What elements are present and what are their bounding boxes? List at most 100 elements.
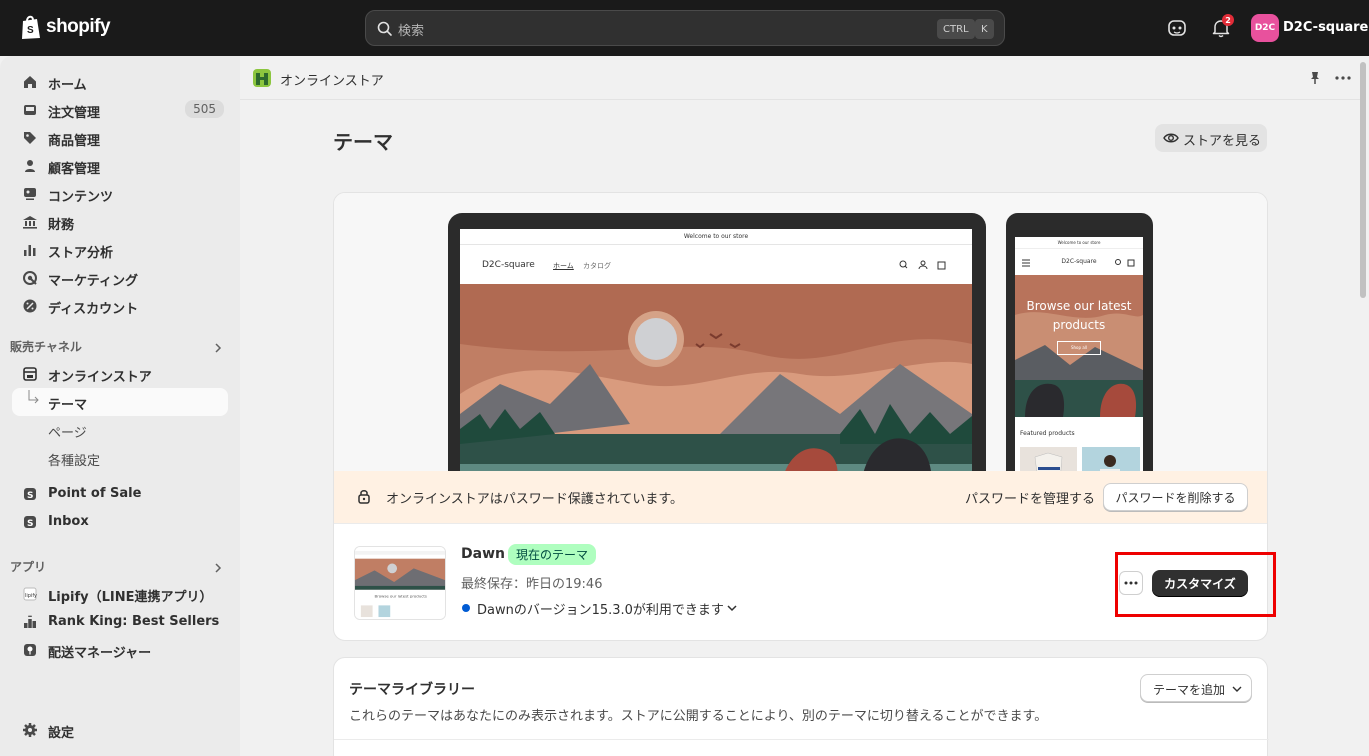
tablet-announcement-bar: Welcome to our store: [460, 229, 972, 245]
breadcrumb-label[interactable]: オンラインストア: [280, 70, 384, 89]
bank-icon: [23, 216, 37, 229]
sidebar-item-analytics[interactable]: ストア分析: [12, 236, 228, 264]
sidebar-item-app-lipify[interactable]: lipify Lipify（LINE連携アプリ）: [12, 580, 228, 608]
chevron-right-icon[interactable]: [212, 562, 224, 574]
svg-text:lipify: lipify: [25, 593, 37, 599]
sidebar-item-discounts[interactable]: ディスカウント: [12, 292, 228, 320]
store-icon: [23, 367, 37, 381]
theme-thumbnail[interactable]: Browse our latest products: [354, 546, 446, 620]
online-store-app-icon: [253, 69, 271, 87]
more-horizontal-icon[interactable]: [1334, 70, 1352, 86]
theme-preview[interactable]: Welcome to our store D2C-square ホーム カタログ: [334, 193, 1267, 471]
sidebar-item-label: 注文管理: [48, 106, 101, 121]
shopify-logo[interactable]: S shopify: [20, 14, 111, 40]
apps-heading: アプリ: [10, 560, 47, 574]
chevron-right-icon[interactable]: [212, 342, 224, 354]
sidebar-item-label: オンラインストア: [48, 370, 152, 385]
sidebar: ホーム 注文管理 505 商品管理 顧客管理 コンテンツ 財務 ストア分析 マー…: [0, 56, 240, 756]
theme-library-card: テーマライブラリー これらのテーマはあなたにのみ表示されます。ストアに公開するこ…: [333, 657, 1269, 756]
sidebar-item-themes[interactable]: テーマ: [12, 388, 228, 416]
shortcut-ctrl-key: CTRL: [937, 19, 975, 39]
sidebar-item-customers[interactable]: 顧客管理: [12, 152, 228, 180]
home-icon: [24, 76, 36, 88]
pin-icon[interactable]: [1307, 70, 1323, 86]
sidebar-item-label: マーケティング: [48, 274, 138, 289]
highlight-box: [1115, 552, 1276, 617]
view-store-button[interactable]: ストアを見る: [1155, 124, 1267, 152]
chevron-down-icon[interactable]: [726, 602, 738, 614]
gear-icon: [23, 723, 37, 737]
sidebar-item-app-rank-king[interactable]: Rank King: Best Sellers: [12, 608, 228, 636]
sidebar-item-settings[interactable]: 設定: [12, 716, 228, 744]
search-icon: [377, 21, 392, 36]
theme-library-description: これらのテーマはあなたにのみ表示されます。ストアに公開することにより、別のテーマ…: [349, 709, 1048, 724]
tablet-header-icons: [899, 260, 946, 270]
theme-name: Dawn: [461, 546, 505, 562]
tablet-brand: D2C-square: [482, 260, 535, 270]
version-update-notice[interactable]: Dawnのバージョン15.3.0が利用できます: [477, 599, 724, 618]
discount-icon: [23, 299, 37, 313]
sidebar-item-home[interactable]: ホーム: [12, 68, 228, 96]
assistant-icon[interactable]: [1166, 17, 1188, 39]
sidebar-item-content[interactable]: コンテンツ: [12, 180, 228, 208]
tablet-screen: Welcome to our store D2C-square ホーム カタログ: [460, 229, 972, 471]
tablet-nav-catalog: カタログ: [583, 262, 611, 270]
sidebar-item-app-shipping[interactable]: 配送マネージャー: [12, 636, 228, 664]
rank-king-app-icon: [24, 615, 36, 628]
svg-text:S: S: [27, 25, 34, 36]
add-theme-button[interactable]: テーマを追加: [1140, 674, 1252, 702]
search-bar[interactable]: 検索 CTRL K: [365, 10, 1005, 46]
sidebar-item-products[interactable]: 商品管理: [12, 124, 228, 152]
tag-icon: [24, 132, 36, 144]
lock-icon: [358, 490, 370, 504]
divider: [334, 739, 1269, 740]
person-icon: [25, 160, 35, 172]
remove-password-button[interactable]: パスワードを削除する: [1103, 483, 1248, 511]
sidebar-item-point-of-sale[interactable]: S Point of Sale: [12, 480, 228, 508]
sidebar-item-preferences[interactable]: 各種設定: [12, 444, 228, 472]
sidebar-item-label: テーマ: [48, 398, 88, 413]
sidebar-item-label: 各種設定: [48, 454, 101, 469]
svg-text:Browse our latest products: Browse our latest products: [375, 594, 427, 599]
phone-header-icons: [1022, 259, 1135, 267]
sidebar-item-finance[interactable]: 財務: [12, 208, 228, 236]
shipping-app-icon: [24, 644, 36, 656]
svg-text:S: S: [27, 519, 33, 529]
manage-password-link[interactable]: パスワードを管理する: [965, 488, 1095, 507]
sidebar-item-label: ホーム: [48, 78, 87, 93]
password-protection-banner: オンラインストアはパスワード保護されています。 パスワードを管理する パスワード…: [334, 471, 1267, 523]
content-icon: [24, 188, 36, 200]
current-theme-badge: 現在のテーマ: [508, 544, 597, 565]
phone-screen: Welcome to our store D2C-square Browse o…: [1015, 237, 1143, 471]
inbox-icon: [24, 105, 36, 115]
sidebar-item-label: コンテンツ: [48, 190, 114, 205]
sidebar-item-online-store[interactable]: オンラインストア: [12, 360, 228, 388]
breadcrumb: オンラインストア: [240, 56, 1360, 100]
password-message: オンラインストアはパスワード保護されています。: [386, 492, 684, 507]
top-bar: S shopify 検索 CTRL K 2 D2C D2C-square: [0, 0, 1369, 56]
sidebar-item-marketing[interactable]: マーケティング: [12, 264, 228, 292]
phone-hero-heading: Browse our latest products: [1026, 299, 1132, 332]
sidebar-item-inbox[interactable]: S Inbox: [12, 508, 228, 536]
sidebar-item-label: Point of Sale: [48, 486, 142, 501]
avatar[interactable]: D2C: [1251, 14, 1279, 42]
sidebar-item-label: 財務: [48, 218, 75, 233]
phone-preview: Welcome to our store D2C-square Browse o…: [1006, 213, 1153, 471]
scrollbar[interactable]: [1360, 62, 1366, 298]
sidebar-item-label: 商品管理: [48, 134, 101, 149]
sidebar-item-label: ページ: [48, 426, 87, 441]
pos-icon: S: [24, 488, 36, 501]
inbox-app-icon: S: [24, 516, 36, 529]
store-name[interactable]: D2C-square: [1283, 20, 1368, 35]
shopify-bag-icon: S: [22, 15, 40, 39]
sidebar-item-label: Rank King: Best Sellers: [48, 614, 220, 629]
eye-icon: [1163, 133, 1179, 143]
chart-icon: [24, 245, 36, 256]
sidebar-item-label: 配送マネージャー: [48, 646, 152, 661]
tree-branch-icon: [28, 390, 39, 404]
logo-text: shopify: [46, 16, 111, 37]
add-theme-label: テーマを追加: [1153, 683, 1226, 697]
sidebar-item-orders[interactable]: 注文管理 505: [12, 96, 228, 124]
sidebar-item-pages[interactable]: ページ: [12, 416, 228, 444]
sidebar-item-label: 顧客管理: [48, 162, 101, 177]
